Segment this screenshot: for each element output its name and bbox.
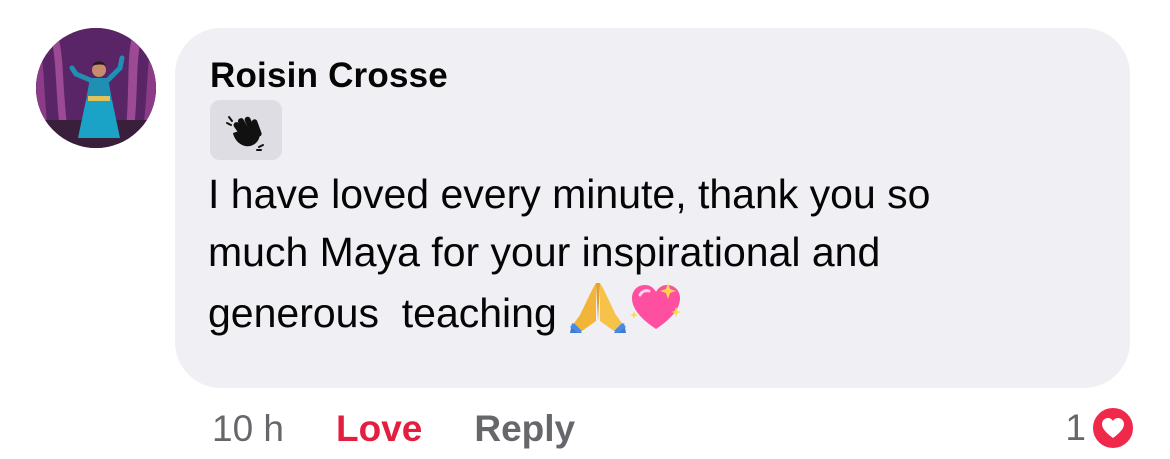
waving-hand-icon: [226, 116, 264, 151]
comment-text: I have loved every minute, thank you so …: [208, 165, 1108, 348]
love-button[interactable]: Love: [336, 408, 422, 450]
sparkling-heart-icon: [628, 281, 684, 348]
comment-timestamp[interactable]: 10 h: [212, 408, 284, 450]
author-badge[interactable]: [210, 100, 282, 160]
reply-button[interactable]: Reply: [474, 408, 575, 450]
reaction-summary[interactable]: 1: [1065, 404, 1136, 452]
avatar[interactable]: [36, 28, 156, 148]
love-reaction-icon: [1091, 406, 1135, 450]
comment-text-line-part: generous teaching: [208, 290, 557, 336]
comment-text-line: generous teaching: [208, 281, 1108, 348]
avatar-photo: [36, 28, 156, 148]
reaction-count: 1: [1065, 407, 1086, 448]
comment-text-line: much Maya for your inspirational and: [208, 229, 881, 275]
comment-actions: 10 h Love Reply: [212, 406, 575, 452]
comment-author[interactable]: Roisin Crosse: [210, 54, 448, 98]
folded-hands-icon: [568, 281, 628, 348]
comment-text-line: I have loved every minute, thank you so: [208, 171, 931, 217]
